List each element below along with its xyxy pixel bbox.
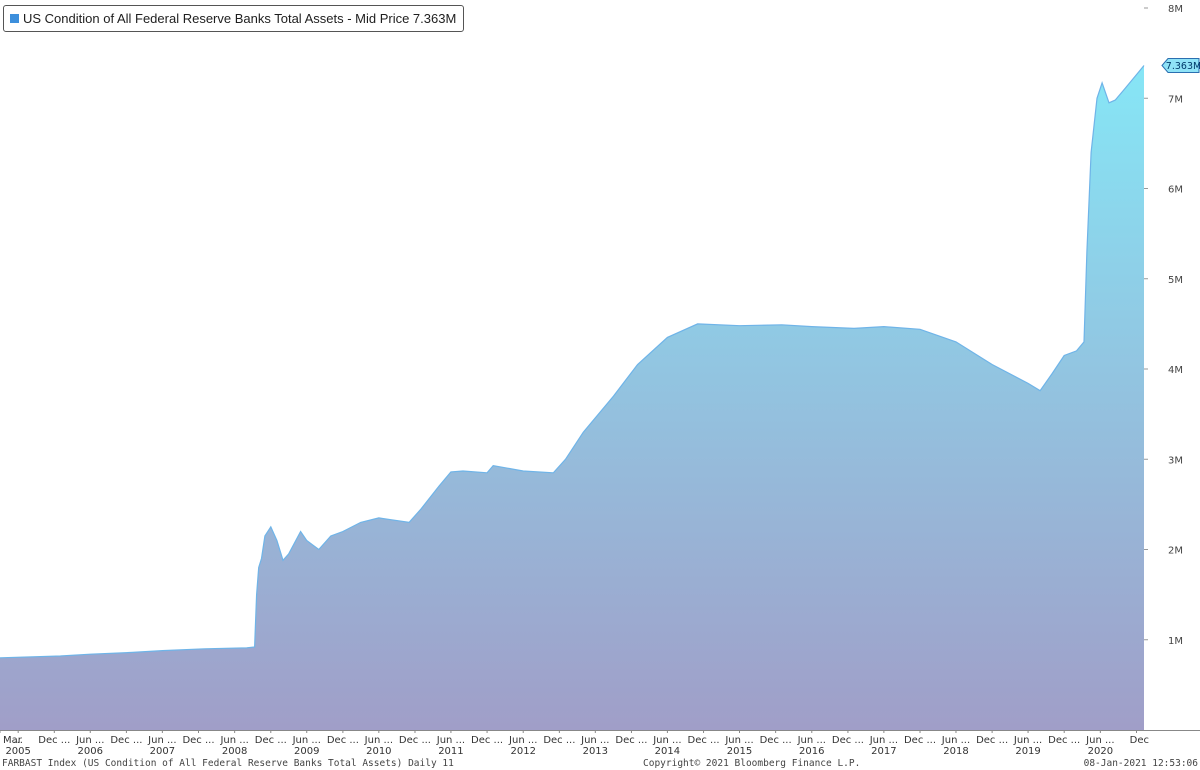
x-month-label: Jun ... — [580, 735, 609, 746]
legend-label: US Condition of All Federal Reserve Bank… — [23, 11, 457, 26]
y-tick-label: 7M — [1168, 94, 1183, 105]
x-year-label: 2014 — [655, 746, 680, 757]
x-month-label: Dec ... — [327, 735, 359, 746]
x-year-label: 2020 — [1088, 746, 1113, 757]
x-month-label: Dec ... — [688, 735, 720, 746]
x-month-label: Dec ... — [976, 735, 1008, 746]
x-month-label: Jun ... — [797, 735, 826, 746]
y-tick-label: 4M — [1168, 365, 1183, 376]
footer: FARBAST Index (US Condition of All Feder… — [0, 757, 1200, 770]
x-month-label: Dec ... — [399, 735, 431, 746]
y-tick-label: 6M — [1168, 185, 1183, 196]
x-month-label: Jun ... — [1085, 735, 1114, 746]
x-month-label: Jun ... — [147, 735, 176, 746]
x-month-label: Jun ... — [724, 735, 753, 746]
legend: US Condition of All Federal Reserve Bank… — [3, 5, 465, 32]
footer-timestamp: 08-Jan-2021 12:53:06 — [1083, 758, 1198, 769]
x-year-label: 2012 — [510, 746, 535, 757]
legend-swatch — [10, 14, 19, 23]
x-month-label: Dec ... — [832, 735, 864, 746]
x-month-label: Jun ... — [436, 735, 465, 746]
x-year-label: 2015 — [727, 746, 752, 757]
last-value-tag: 7.363M — [1161, 57, 1200, 73]
x-month-label: Dec ... — [760, 735, 792, 746]
y-tick-label: 1M — [1168, 636, 1183, 647]
x-month-label: Dec ... — [615, 735, 647, 746]
x-month-label: Dec ... — [182, 735, 214, 746]
footer-copyright: Copyright© 2021 Bloomberg Finance L.P. — [643, 758, 861, 769]
x-month-label: Jun ... — [1013, 735, 1042, 746]
x-month-label: Dec ... — [1048, 735, 1080, 746]
x-month-label: Dec ... — [110, 735, 142, 746]
x-month-label: Dec ... — [38, 735, 70, 746]
x-month-label: Jun ... — [219, 735, 248, 746]
series-area — [0, 65, 1144, 730]
x-month-label: Jun ... — [652, 735, 681, 746]
x-year-label: 2010 — [366, 746, 391, 757]
x-month-label: Jun ... — [508, 735, 537, 746]
x-month-label: ... — [13, 735, 23, 746]
x-year-label: 2016 — [799, 746, 824, 757]
y-tick-label: 3M — [1168, 455, 1183, 466]
x-year-label: 2011 — [438, 746, 463, 757]
y-tick-label: 8M — [1168, 4, 1183, 15]
x-year-label: 2018 — [943, 746, 968, 757]
x-year-label: 2008 — [222, 746, 247, 757]
x-month-label: Jun ... — [869, 735, 898, 746]
x-month-label: Dec ... — [255, 735, 287, 746]
chart: 1M2M3M4M5M6M7M8M Mar... Dec ... Jun ... Dec… — [0, 4, 1200, 757]
x-year-label: 2017 — [871, 746, 896, 757]
y-tick-label: 5M — [1168, 275, 1183, 286]
x-year-label: 2006 — [78, 746, 103, 757]
x-year-label: 2013 — [583, 746, 608, 757]
x-month-label: Jun ... — [292, 735, 321, 746]
x-year-label: 2019 — [1015, 746, 1040, 757]
x-month-label: Dec ... — [471, 735, 503, 746]
last-value-label: 7.363M — [1166, 61, 1200, 72]
x-year-label: 2005 — [5, 746, 30, 757]
x-month-label: Jun ... — [941, 735, 970, 746]
x-month-label: Dec — [1130, 735, 1149, 746]
x-year-label: 2009 — [294, 746, 319, 757]
x-year-label: 2007 — [150, 746, 175, 757]
y-tick-label: 2M — [1168, 546, 1183, 557]
x-month-label: Dec ... — [904, 735, 936, 746]
footer-index-name: FARBAST Index (US Condition of All Feder… — [2, 758, 454, 769]
x-month-label: Jun ... — [364, 735, 393, 746]
x-month-label: Dec ... — [543, 735, 575, 746]
x-month-label: Jun ... — [75, 735, 104, 746]
